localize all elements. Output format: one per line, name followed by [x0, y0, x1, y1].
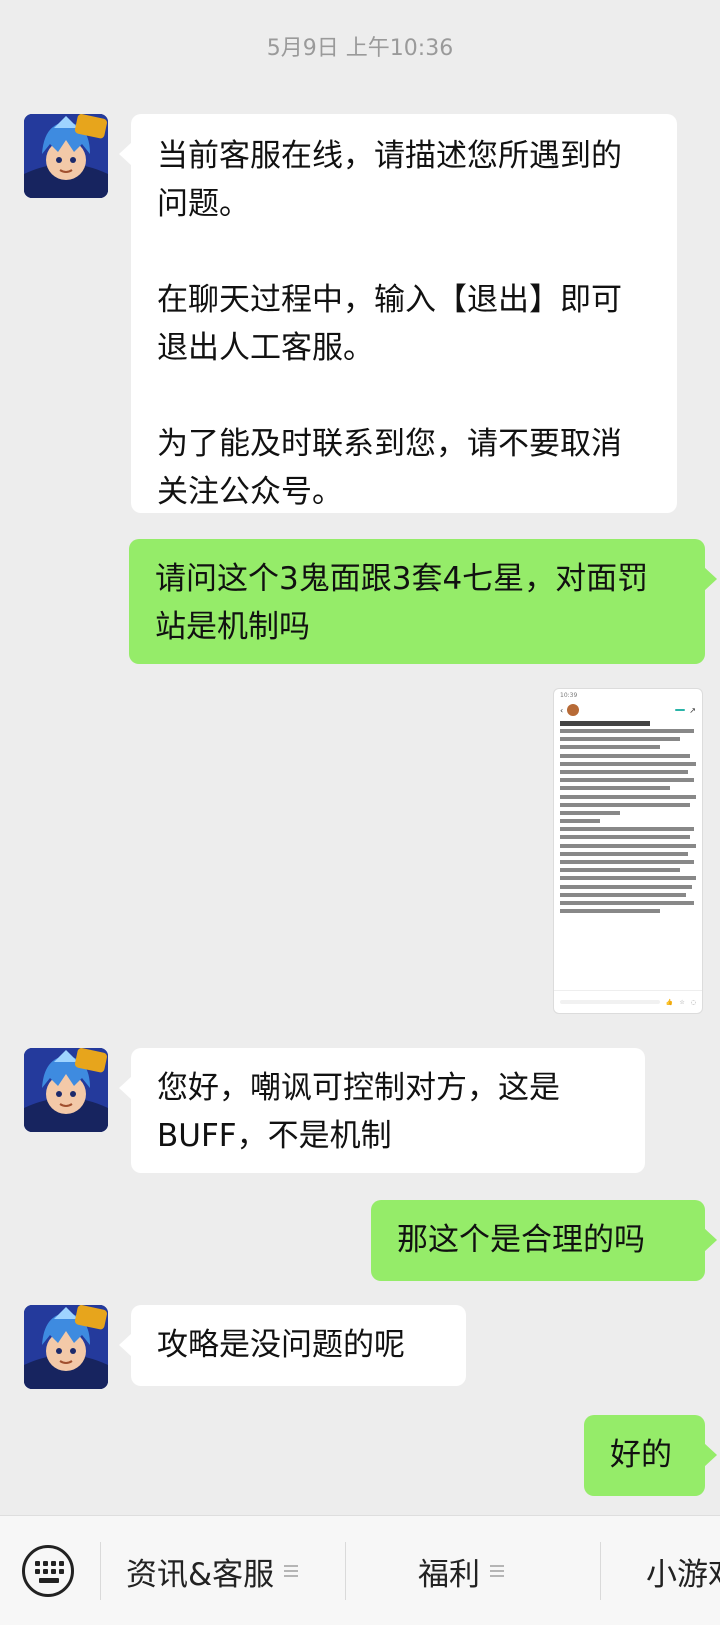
service-avatar[interactable]	[24, 1305, 108, 1389]
message-bubble-outgoing[interactable]: 那这个是合理的吗	[371, 1200, 717, 1281]
image-message[interactable]: 10:39 ‹ ↗ 👍 ☆ ◌	[553, 688, 703, 1014]
share-icon: ↗	[689, 705, 696, 715]
service-avatar[interactable]	[24, 1048, 108, 1132]
comment-icon: ◌	[690, 998, 696, 1006]
mini-post-body	[554, 729, 702, 914]
mini-avatar	[567, 704, 580, 716]
message-bubble-outgoing[interactable]: 好的	[584, 1415, 717, 1496]
menu-item-news-service[interactable]: 资讯&客服	[126, 1546, 299, 1596]
bottom-menu-bar: 资讯&客服 福利 小游戏	[0, 1515, 720, 1625]
message-bubble-outgoing[interactable]: 请问这个3鬼面跟3套4七星，对面罚站是机制吗	[129, 539, 717, 664]
submenu-icon	[490, 1565, 504, 1577]
menu-divider	[345, 1542, 346, 1600]
star-icon: ☆	[679, 998, 685, 1006]
menu-item-label: 资讯&客服	[126, 1556, 275, 1593]
mini-status-bar: 10:39	[560, 692, 578, 699]
mini-follow-button	[675, 709, 686, 711]
menu-item-label: 小游戏	[646, 1556, 720, 1593]
menu-item-label: 福利	[418, 1556, 480, 1593]
mini-post-title	[554, 718, 702, 729]
message-bubble-incoming[interactable]: 您好，嘲讽可控制对方，这是BUFF，不是机制	[119, 1048, 645, 1173]
menu-divider	[600, 1542, 601, 1600]
keyboard-icon[interactable]	[22, 1545, 74, 1597]
mini-comment-bar: 👍 ☆ ◌	[554, 990, 702, 1013]
message-bubble-incoming[interactable]: 当前客服在线，请描述您所遇到的问题。 在聊天过程中，输入【退出】即可退出人工客服…	[119, 114, 677, 513]
mini-comment-input	[560, 1000, 660, 1004]
menu-item-mini-games[interactable]: 小游戏	[646, 1546, 720, 1596]
submenu-icon	[284, 1565, 299, 1577]
menu-divider	[100, 1542, 101, 1600]
like-icon: 👍	[665, 998, 674, 1006]
service-avatar[interactable]	[24, 114, 108, 198]
chat-timestamp: 5月9日 上午10:36	[266, 36, 454, 61]
back-icon: ‹	[560, 705, 564, 715]
message-bubble-incoming[interactable]: 攻略是没问题的呢	[119, 1305, 466, 1386]
menu-item-welfare[interactable]: 福利	[418, 1546, 504, 1596]
